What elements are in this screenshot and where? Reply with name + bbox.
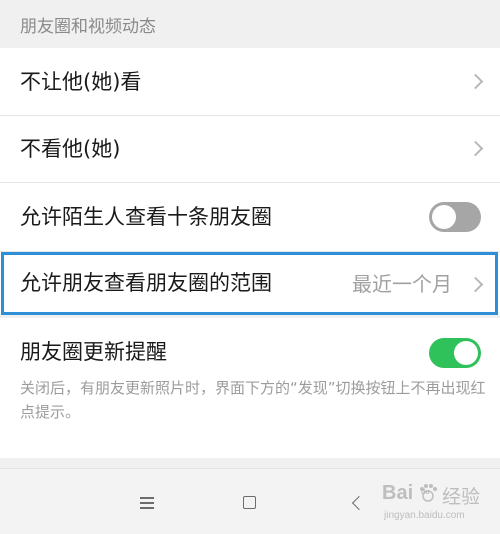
- menu-icon[interactable]: [140, 497, 154, 509]
- hide-from-label: 不让他(她)看: [20, 70, 142, 94]
- stranger-ten-posts-row: 允许陌生人查看十条朋友圈: [0, 183, 500, 251]
- stranger-ten-posts-toggle[interactable]: [429, 202, 481, 232]
- home-icon[interactable]: [243, 496, 256, 509]
- toggle-knob: [432, 205, 456, 229]
- watermark-url: jingyan.baidu.com: [384, 510, 465, 521]
- chevron-right-icon: [467, 140, 484, 157]
- update-reminder-row: 朋友圈更新提醒 关闭后，有朋友更新照片时，界面下方的“发现”切换按钮上不再出现红…: [0, 318, 500, 458]
- section-header: 朋友圈和视频动态: [0, 0, 500, 48]
- back-icon[interactable]: [351, 495, 367, 511]
- watermark-suffix: 经验: [442, 486, 481, 508]
- baidu-jingyan-watermark: Bai du 经验 jingyan.baidu.com: [380, 480, 492, 526]
- chevron-right-icon: [467, 73, 484, 90]
- toggle-knob: [454, 341, 478, 365]
- update-reminder-description: 关闭后，有朋友更新照片时，界面下方的“发现”切换按钮上不再出现红点提示。: [20, 379, 486, 421]
- dont-view-label: 不看他(她): [20, 137, 121, 161]
- dont-view-row[interactable]: 不看他(她): [0, 116, 500, 182]
- section-title: 朋友圈和视频动态: [20, 17, 156, 37]
- stranger-ten-posts-label: 允许陌生人查看十条朋友圈: [20, 205, 272, 229]
- update-reminder-label: 朋友圈更新提醒: [20, 340, 167, 364]
- update-reminder-toggle[interactable]: [429, 338, 481, 368]
- watermark-text: Bai: [382, 482, 414, 504]
- selection-highlight: [1, 252, 498, 315]
- hide-from-row[interactable]: 不让他(她)看: [0, 48, 500, 115]
- watermark-paw-text: du: [421, 489, 430, 496]
